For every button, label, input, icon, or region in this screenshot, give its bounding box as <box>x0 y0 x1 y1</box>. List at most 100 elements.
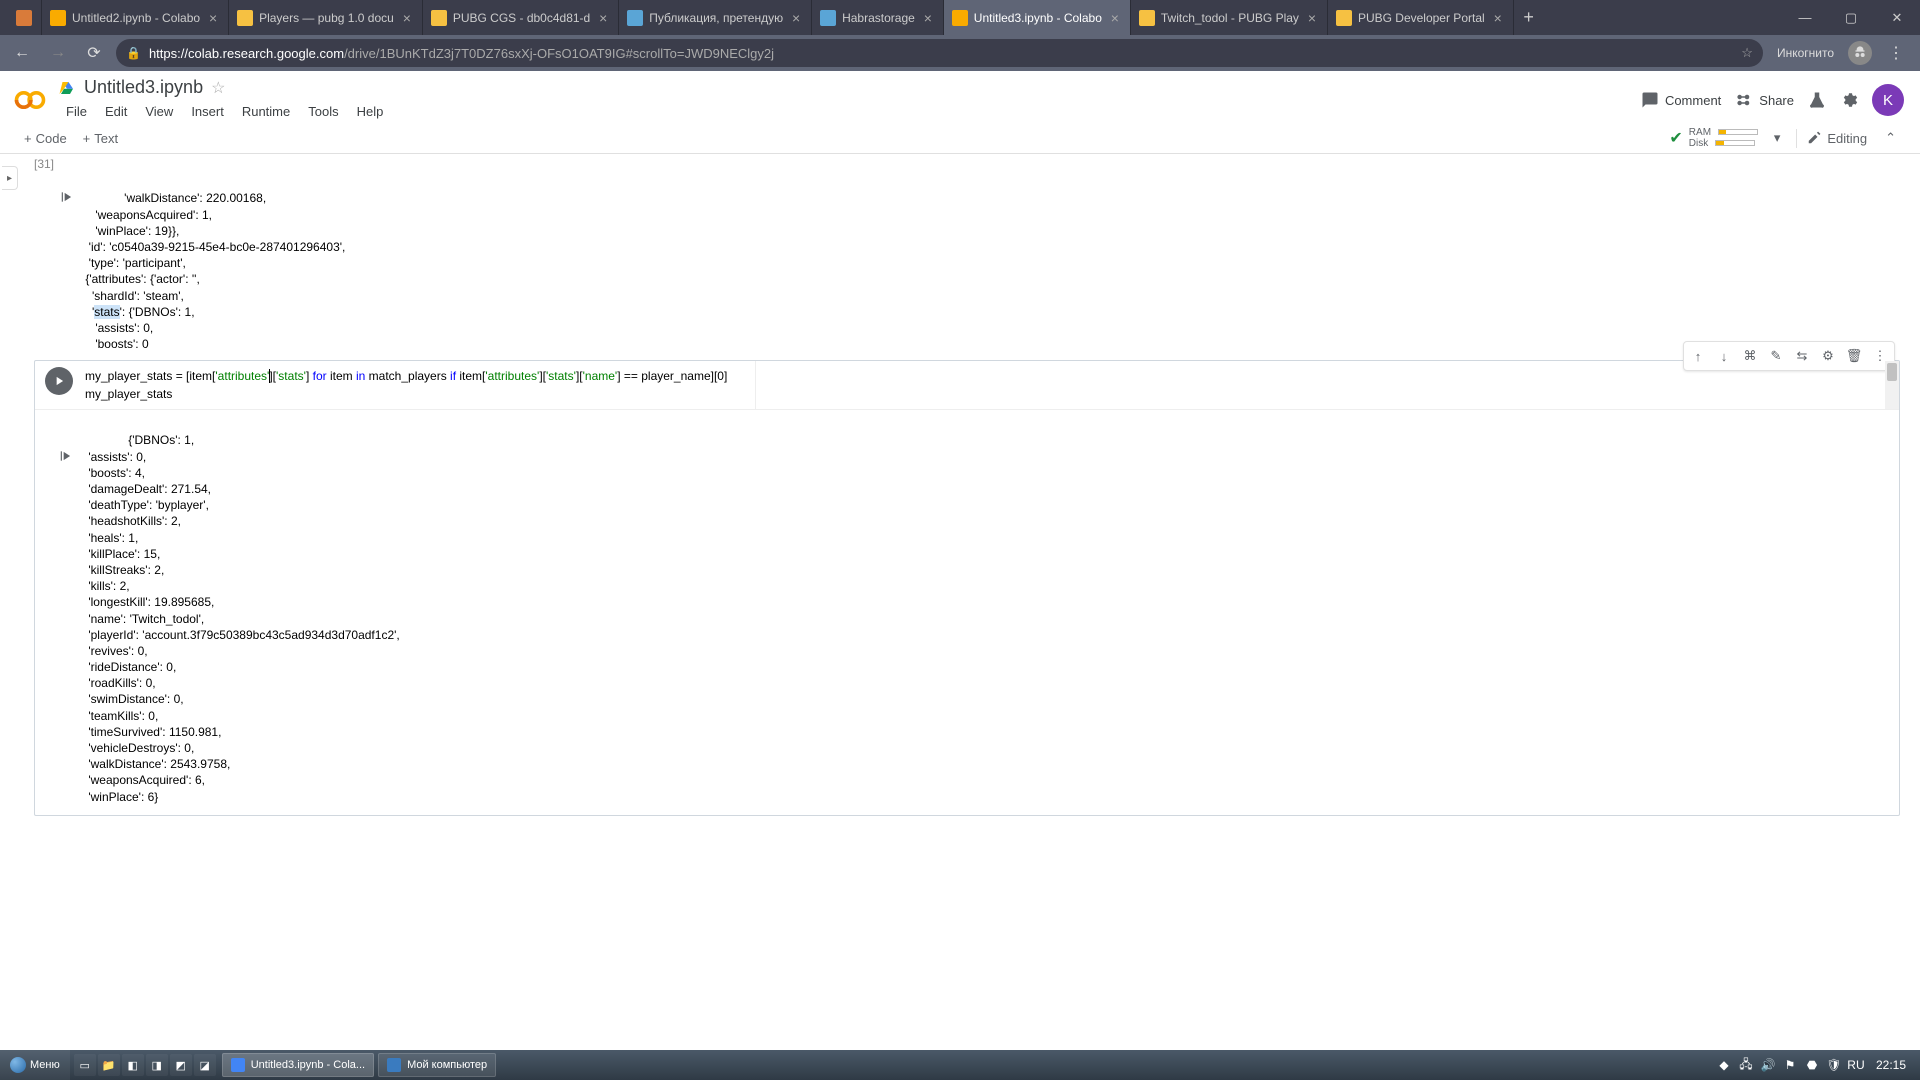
close-window-button[interactable]: ✕ <box>1874 0 1920 35</box>
tab-title: Players — pubg 1.0 docu <box>259 11 394 25</box>
saved-check-icon: ✔ <box>1669 128 1682 148</box>
share-button[interactable]: Share <box>1735 91 1794 109</box>
tab-favicon-icon <box>820 10 836 26</box>
system-tray: ◆ 🖧 🔊 ⚑ ⬣ 🛡 RU 22:15 <box>1708 1057 1920 1073</box>
ql-app4-icon[interactable]: ◪ <box>194 1054 216 1076</box>
tab-title: Untitled3.ipynb - Colabo <box>974 11 1102 25</box>
colab-toolbar: + Code + Text ✔ RAM Disk ▾ Editing ⌃ <box>0 123 1920 154</box>
tab-favicon-icon <box>627 10 643 26</box>
browser-menu-button[interactable]: ⋮ <box>1880 43 1912 63</box>
quick-launch: ▭ 📁 ◧ ◨ ◩ ◪ <box>70 1054 220 1076</box>
add-text-button[interactable]: + Text <box>75 129 126 148</box>
add-code-button[interactable]: + Code <box>16 129 75 148</box>
resource-dropdown-icon[interactable]: ▾ <box>1764 130 1791 146</box>
tab-close-icon[interactable]: × <box>1491 11 1505 25</box>
ql-app2-icon[interactable]: ◨ <box>146 1054 168 1076</box>
url-field[interactable]: 🔒 https://colab.research.google.com/driv… <box>116 39 1763 67</box>
browser-tab[interactable] <box>8 0 42 35</box>
tray-icon[interactable]: ⚑ <box>1782 1057 1798 1073</box>
experiment-icon[interactable] <box>1808 91 1826 109</box>
taskbar-task[interactable]: Мой компьютер <box>378 1053 496 1077</box>
tray-volume-icon[interactable]: 🔊 <box>1760 1057 1776 1073</box>
ql-desktop-icon[interactable]: ▭ <box>74 1054 96 1076</box>
colab-logo-icon[interactable] <box>12 82 48 118</box>
reload-button[interactable]: ⟳ <box>80 39 108 67</box>
browser-tab[interactable]: Публикация, претендую× <box>619 0 812 35</box>
browser-tab[interactable]: Untitled3.ipynb - Colabo × <box>944 0 1131 35</box>
editing-mode-button[interactable]: Editing <box>1796 129 1877 148</box>
window-controls: — ▢ ✕ <box>1782 0 1920 35</box>
browser-tab[interactable]: Habrastorage × <box>812 0 944 35</box>
output-marker-icon[interactable] <box>60 158 76 174</box>
tab-close-icon[interactable]: × <box>596 11 610 25</box>
ql-explorer-icon[interactable]: 📁 <box>98 1054 120 1076</box>
tab-title: Habrastorage <box>842 11 915 25</box>
tray-network-icon[interactable]: 🖧 <box>1738 1057 1754 1073</box>
menu-view[interactable]: View <box>137 100 181 123</box>
incognito-icon[interactable] <box>1848 41 1872 65</box>
ql-app1-icon[interactable]: ◧ <box>122 1054 144 1076</box>
menu-file[interactable]: File <box>58 100 95 123</box>
taskbar-task[interactable]: Untitled3.ipynb - Cola... <box>222 1053 374 1077</box>
menu-runtime[interactable]: Runtime <box>234 100 298 123</box>
browser-tab[interactable]: Players — pubg 1.0 docu × <box>229 0 423 35</box>
comment-button[interactable]: Comment <box>1641 91 1721 109</box>
tray-shield-icon[interactable]: 🛡 <box>1826 1057 1842 1073</box>
tab-close-icon[interactable]: × <box>1305 11 1319 25</box>
bookmark-star-icon[interactable]: ☆ <box>1741 45 1753 61</box>
minimize-button[interactable]: — <box>1782 0 1828 35</box>
menu-help[interactable]: Help <box>349 100 392 123</box>
maximize-button[interactable]: ▢ <box>1828 0 1874 35</box>
browser-tab[interactable]: Twitch_todol - PUBG Play × <box>1131 0 1328 35</box>
settings-icon[interactable] <box>1840 91 1858 109</box>
tray-lang[interactable]: RU <box>1848 1057 1864 1073</box>
browser-tab[interactable]: PUBG Developer Portal× <box>1328 0 1514 35</box>
output-text: {'DBNOs': 1, 'assists': 0, 'boosts': 4, … <box>85 433 400 803</box>
browser-tab[interactable]: Untitled2.ipynb - Colabo× <box>42 0 229 35</box>
new-tab-button[interactable]: + <box>1514 0 1544 35</box>
tab-close-icon[interactable]: × <box>400 11 414 25</box>
share-label: Share <box>1759 93 1794 108</box>
tab-favicon-icon <box>431 10 447 26</box>
collapse-toolbar-icon[interactable]: ⌃ <box>1877 130 1904 146</box>
sidebar-toggle[interactable]: ▸ <box>2 166 18 190</box>
task-title: Untitled3.ipynb - Cola... <box>251 1059 365 1071</box>
resource-meter[interactable]: RAM Disk <box>1689 127 1758 149</box>
start-menu-button[interactable]: Меню <box>0 1050 70 1080</box>
menu-edit[interactable]: Edit <box>97 100 135 123</box>
user-avatar[interactable]: K <box>1872 84 1904 116</box>
tab-title: PUBG CGS - db0c4d81-d <box>453 11 590 25</box>
lock-icon: 🔒 <box>126 46 141 60</box>
document-title[interactable]: Untitled3.ipynb <box>84 77 203 98</box>
tray-icon[interactable]: ⬣ <box>1804 1057 1820 1073</box>
incognito-label: Инкогнито <box>1777 46 1834 60</box>
address-bar: ← → ⟳ 🔒 https://colab.research.google.co… <box>0 35 1920 71</box>
task-title: Мой компьютер <box>407 1059 487 1071</box>
tray-icon[interactable]: ◆ <box>1716 1057 1732 1073</box>
star-icon[interactable]: ☆ <box>211 78 225 98</box>
code-cell: ↑ ↓ ⌘ ✎ ⇆ ⚙ 🗑 ⋮ my_player_stats = [item[… <box>34 360 1900 816</box>
tab-favicon-icon <box>50 10 66 26</box>
menu-insert[interactable]: Insert <box>183 100 232 123</box>
tab-close-icon[interactable]: × <box>206 11 220 25</box>
back-button[interactable]: ← <box>8 39 36 67</box>
tab-title: Twitch_todol - PUBG Play <box>1161 11 1299 25</box>
taskbar-clock[interactable]: 22:15 <box>1870 1058 1912 1072</box>
colab-header: Untitled3.ipynb ☆ FileEditViewInsertRunt… <box>0 71 1920 123</box>
browser-tab-strip: Untitled2.ipynb - Colabo×Players — pubg … <box>0 0 1920 35</box>
cell-output: {'DBNOs': 1, 'assists': 0, 'boosts': 4, … <box>35 410 1899 815</box>
forward-button[interactable]: → <box>44 39 72 67</box>
notebook-area: ▸ [31] 'walkDistance': 220.00168, 'weapo… <box>0 154 1920 1025</box>
menu-tools[interactable]: Tools <box>300 100 346 123</box>
os-taskbar: Меню ▭ 📁 ◧ ◨ ◩ ◪ Untitled3.ipynb - Cola.… <box>0 1050 1920 1080</box>
tab-close-icon[interactable]: × <box>921 11 935 25</box>
tab-close-icon[interactable]: × <box>1108 11 1122 25</box>
code-editor[interactable]: my_player_stats = [item['attributes']['s… <box>35 361 1899 410</box>
comment-label: Comment <box>1665 93 1721 108</box>
tab-close-icon[interactable]: × <box>789 11 803 25</box>
output-marker-icon[interactable] <box>59 416 86 495</box>
ql-app3-icon[interactable]: ◩ <box>170 1054 192 1076</box>
browser-tab[interactable]: PUBG CGS - db0c4d81-d × <box>423 0 619 35</box>
start-label: Меню <box>30 1059 60 1071</box>
editor-scrollbar[interactable] <box>1885 361 1899 409</box>
